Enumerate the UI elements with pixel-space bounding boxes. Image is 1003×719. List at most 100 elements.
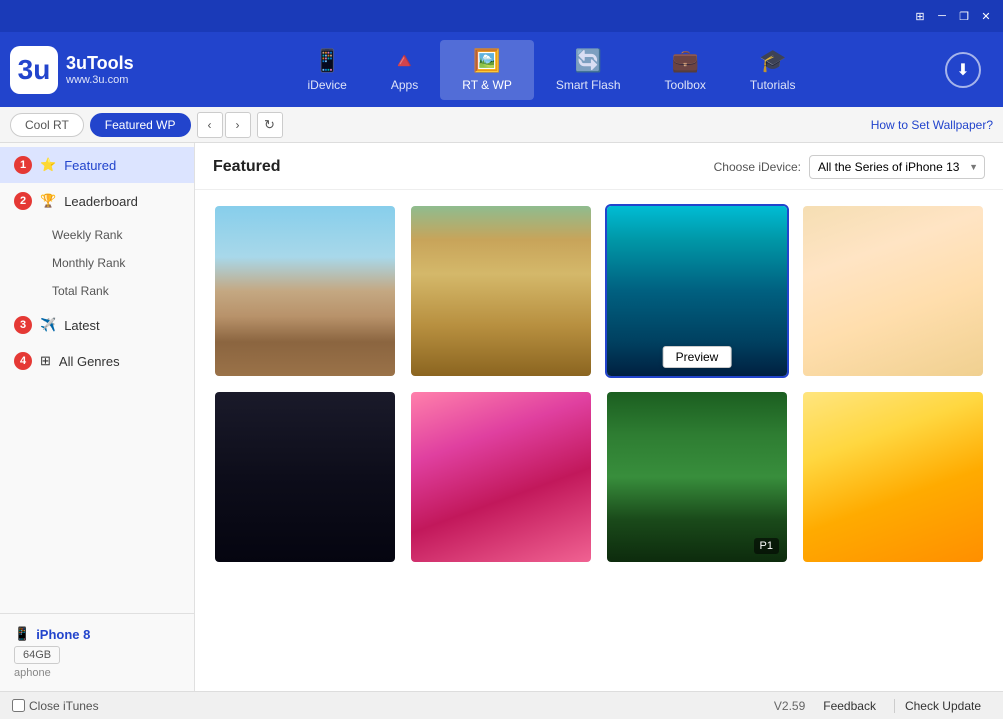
- cool-rt-tab[interactable]: Cool RT: [10, 113, 84, 137]
- sidebar: 1 ⭐ Featured 2 🏆 Leaderboard Weekly Rank…: [0, 143, 195, 691]
- toolbar: Cool RT Featured WP ‹ › ↻ How to Set Wal…: [0, 107, 1003, 143]
- app-name: 3uTools: [66, 53, 134, 74]
- check-update-button[interactable]: Check Update: [894, 699, 991, 713]
- featured-wp-tab[interactable]: Featured WP: [90, 113, 191, 137]
- preview-button[interactable]: Preview: [663, 346, 732, 368]
- wallpaper-image-8: [803, 392, 983, 562]
- tb-close[interactable]: ✕: [977, 7, 995, 25]
- sidebar-item-all-genres[interactable]: 4 ⊞ All Genres: [0, 343, 194, 379]
- tb-window-icon[interactable]: ⊞: [911, 7, 929, 25]
- nav-tutorials[interactable]: 🎓 Tutorials: [728, 40, 818, 100]
- wallpaper-item-4[interactable]: [801, 204, 985, 378]
- wallpaper-item-2[interactable]: [409, 204, 593, 378]
- wallpaper-item-3[interactable]: Preview: [605, 204, 789, 378]
- device-selector: Choose iDevice: All the Series of iPhone…: [714, 155, 985, 179]
- tutorials-icon: 🎓: [759, 48, 786, 74]
- wallpaper-image-7: [607, 392, 787, 562]
- how-to-link[interactable]: How to Set Wallpaper?: [871, 118, 993, 132]
- app-url: www.3u.com: [66, 74, 134, 86]
- refresh-button[interactable]: ↻: [257, 112, 283, 138]
- wallpaper-item-1[interactable]: [213, 204, 397, 378]
- forward-button[interactable]: ›: [225, 112, 251, 138]
- nav-smart-flash[interactable]: 🔄 Smart Flash: [534, 40, 643, 100]
- wallpaper-image-1: [215, 206, 395, 376]
- p1-badge: P1: [754, 538, 779, 554]
- toolbox-icon: 💼: [672, 48, 699, 74]
- sidebar-item-latest[interactable]: 3 ✈️ Latest: [0, 307, 194, 343]
- device-dropdown[interactable]: All the Series of iPhone 13 iPhone 12 iP…: [809, 155, 985, 179]
- close-itunes-area: Close iTunes: [12, 699, 99, 713]
- device-dropdown-wrapper: All the Series of iPhone 13 iPhone 12 iP…: [809, 155, 985, 179]
- logo-icon: 3u: [10, 46, 58, 94]
- featured-badge: 1: [14, 156, 32, 174]
- back-button[interactable]: ‹: [197, 112, 223, 138]
- leaderboard-icon: 🏆: [40, 193, 56, 209]
- featured-icon: ⭐: [40, 157, 56, 173]
- title-bar: ⊞ ─ ❐ ✕: [0, 0, 1003, 32]
- all-genres-icon: ⊞: [40, 353, 51, 369]
- feedback-button[interactable]: Feedback: [813, 699, 886, 713]
- wallpaper-image-5: [215, 392, 395, 562]
- nav-apps-label: Apps: [391, 78, 418, 92]
- main-area: 1 ⭐ Featured 2 🏆 Leaderboard Weekly Rank…: [0, 143, 1003, 691]
- wallpaper-image-2: [411, 206, 591, 376]
- sidebar-weekly-rank[interactable]: Weekly Rank: [42, 221, 194, 249]
- device-info: 📱 iPhone 8 64GB aphone: [0, 613, 194, 691]
- content-area: Featured Choose iDevice: All the Series …: [195, 143, 1003, 691]
- nav-rt-wp[interactable]: 🖼️ RT & WP: [440, 40, 534, 100]
- wallpaper-item-5[interactable]: [213, 390, 397, 564]
- leaderboard-label: Leaderboard: [64, 194, 138, 209]
- phone-icon: 📱: [14, 626, 30, 642]
- wallpaper-item-6[interactable]: [409, 390, 593, 564]
- header: 3u 3uTools www.3u.com 📱 iDevice 🔺 Apps 🖼…: [0, 32, 1003, 107]
- download-button[interactable]: ⬇: [945, 52, 981, 88]
- content-header: Featured Choose iDevice: All the Series …: [195, 143, 1003, 190]
- wallpaper-grid: Preview P1: [195, 190, 1003, 578]
- wallpaper-item-8[interactable]: [801, 390, 985, 564]
- device-selector-label: Choose iDevice:: [714, 160, 801, 174]
- nav-toolbox[interactable]: 💼 Toolbox: [643, 40, 728, 100]
- close-itunes-label: Close iTunes: [29, 699, 99, 713]
- status-bar: Close iTunes V2.59 Feedback Check Update: [0, 691, 1003, 719]
- content-title: Featured: [213, 158, 281, 176]
- sidebar-total-rank[interactable]: Total Rank: [42, 277, 194, 305]
- sidebar-monthly-rank[interactable]: Monthly Rank: [42, 249, 194, 277]
- all-genres-label: All Genres: [59, 354, 120, 369]
- device-model: aphone: [14, 667, 180, 679]
- sidebar-section-main: 1 ⭐ Featured 2 🏆 Leaderboard Weekly Rank…: [0, 143, 194, 383]
- tb-restore[interactable]: ❐: [955, 7, 973, 25]
- device-storage: 64GB: [14, 646, 60, 664]
- version-label: V2.59: [774, 699, 805, 713]
- sidebar-item-featured[interactable]: 1 ⭐ Featured: [0, 147, 194, 183]
- wallpaper-image-4: [803, 206, 983, 376]
- wallpaper-item-7[interactable]: P1: [605, 390, 789, 564]
- device-name: 📱 iPhone 8: [14, 626, 180, 642]
- featured-label: Featured: [64, 158, 116, 173]
- apps-icon: 🔺: [391, 48, 418, 74]
- nav-toolbox-label: Toolbox: [665, 78, 706, 92]
- leaderboard-submenu: Weekly Rank Monthly Rank Total Rank: [0, 219, 194, 307]
- nav-apps[interactable]: 🔺 Apps: [369, 40, 440, 100]
- nav-idevice[interactable]: 📱 iDevice: [286, 40, 369, 100]
- nav-tutorials-label: Tutorials: [750, 78, 796, 92]
- nav-bar: 📱 iDevice 🔺 Apps 🖼️ RT & WP 🔄 Smart Flas…: [170, 40, 933, 100]
- rt-wp-icon: 🖼️: [473, 48, 500, 74]
- smart-flash-icon: 🔄: [574, 48, 601, 74]
- all-genres-badge: 4: [14, 352, 32, 370]
- nav-idevice-label: iDevice: [308, 78, 347, 92]
- logo-text: 3uTools www.3u.com: [66, 53, 134, 86]
- logo-area: 3u 3uTools www.3u.com: [10, 46, 170, 94]
- sidebar-item-leaderboard[interactable]: 2 🏆 Leaderboard: [0, 183, 194, 219]
- leaderboard-badge: 2: [14, 192, 32, 210]
- nav-smart-flash-label: Smart Flash: [556, 78, 621, 92]
- nav-rt-wp-label: RT & WP: [462, 78, 512, 92]
- idevice-icon: 📱: [313, 48, 340, 74]
- close-itunes-checkbox[interactable]: [12, 699, 25, 712]
- nav-arrows: ‹ ›: [197, 112, 251, 138]
- wallpaper-image-6: [411, 392, 591, 562]
- latest-icon: ✈️: [40, 317, 56, 333]
- latest-label: Latest: [64, 318, 99, 333]
- header-right: ⬇: [933, 52, 993, 88]
- tb-minimize[interactable]: ─: [933, 7, 951, 25]
- toolbar-right: How to Set Wallpaper?: [871, 117, 993, 132]
